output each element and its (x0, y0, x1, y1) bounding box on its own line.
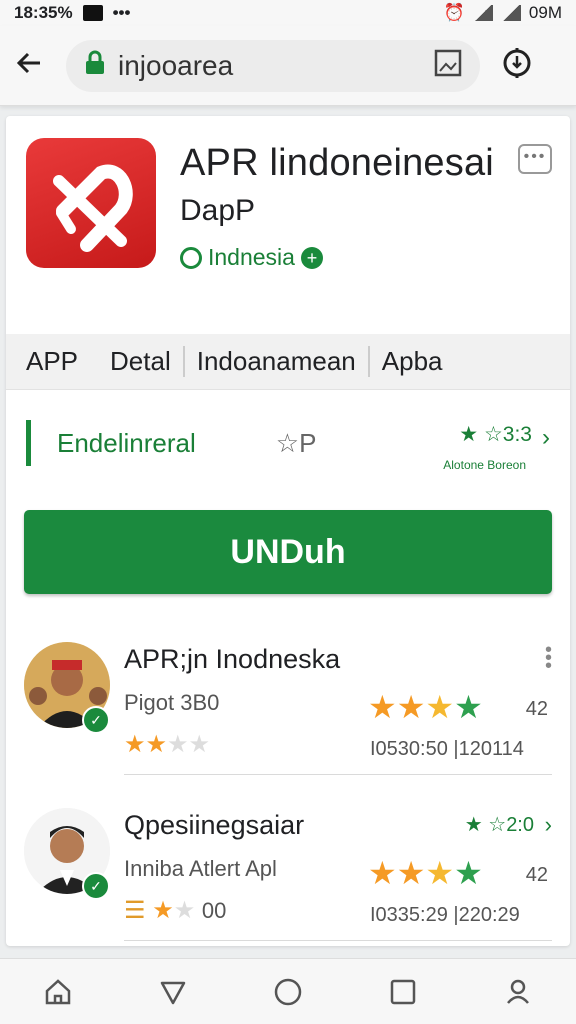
meta-star: ☆P (275, 427, 317, 458)
tab-indoanamean[interactable]: Indoanamean (182, 346, 368, 377)
status-bar: 18:35% ••• ⏰ 09M (0, 0, 576, 26)
url-text: injooarea (118, 49, 234, 81)
back-arrow-icon[interactable] (14, 48, 44, 83)
meta-row[interactable]: Endelinreral ☆P ★ ☆3:3 Alotone Boreon › (26, 420, 550, 472)
back-icon[interactable] (153, 972, 193, 1012)
more-options-button[interactable]: ••• (518, 144, 552, 174)
meta-rating: ★ ☆3:3 (459, 422, 532, 447)
review-name: APR;jn Inodneska (124, 644, 341, 674)
review-rating: ★ ☆2:0 (465, 812, 534, 837)
home-icon[interactable] (38, 972, 78, 1012)
small-rating-stars: ☰ ★★ 00 (124, 897, 227, 924)
review-name: Qpesiinegsaiar (124, 810, 305, 840)
status-right-text: 09M (528, 3, 562, 22)
meta-sub: Alotone Boreon (443, 458, 526, 472)
profile-icon[interactable] (498, 972, 538, 1012)
verified-check-icon: ✓ (82, 872, 110, 900)
review-subtitle: Inniba Atlert Apl (124, 856, 277, 881)
divider (124, 940, 552, 941)
bookmark-icon[interactable] (434, 49, 462, 82)
verified-check-icon: ✓ (82, 706, 110, 734)
small-rating-stars: ★★★★ (124, 731, 211, 758)
meta-rating-value: 3:3 (502, 423, 532, 446)
chevron-right-icon[interactable]: › (545, 812, 552, 838)
divider (124, 774, 552, 775)
tab-apba[interactable]: Apba (367, 346, 455, 377)
big-rating-stars: ★★★★ (368, 689, 483, 725)
review-count: 42 (525, 864, 548, 886)
app-card: APR lindoneinesai DapP Indnesia + ••• AP… (6, 116, 570, 946)
wifi-icon (472, 5, 493, 21)
big-rating-stars: ★★★★ (368, 855, 483, 891)
notification-icon (82, 5, 103, 21)
tab-detail[interactable]: Detal (98, 346, 183, 377)
system-nav-bar (0, 958, 576, 1024)
meta-label: Endelinreral (57, 427, 196, 458)
alarm-icon: ⏰ (443, 3, 465, 22)
star-icon: ★ ☆ (464, 814, 507, 836)
circle-home-icon[interactable] (268, 972, 308, 1012)
meta-star-text: P (299, 427, 317, 458)
review-date: I0335:29 |220:29 (370, 904, 520, 926)
location-icon (180, 246, 202, 269)
review-rating-value: 2:0 (506, 814, 534, 836)
plus-icon[interactable]: + (300, 246, 323, 269)
recents-icon[interactable] (383, 972, 423, 1012)
status-dots: ••• (112, 3, 131, 22)
tab-app[interactable]: APP (26, 346, 98, 377)
country-label: Indnesia (208, 244, 295, 270)
lock-icon (84, 50, 106, 81)
app-icon (26, 138, 156, 268)
review-small-text: 00 (201, 898, 227, 923)
app-title: APR lindoneinesai (180, 142, 494, 184)
review-item[interactable]: ✓ Qpesiinegsaiar Inniba Atlert Apl ☰ ★★ … (24, 800, 552, 940)
review-subtitle: Pigot 3B0 (124, 690, 220, 715)
app-country: Indnesia + (180, 244, 323, 271)
app-developer[interactable]: DapP (180, 194, 255, 228)
tab-bar: APP Detal Indoanamean Apba (6, 334, 570, 390)
download-icon[interactable] (500, 46, 534, 85)
kebab-menu-icon[interactable]: • • • (545, 640, 552, 676)
list-icon: ☰ (124, 897, 146, 924)
status-time: 18:35% (14, 3, 73, 22)
star-icon: ★ ☆ (459, 423, 503, 446)
signal-icon (500, 5, 521, 21)
review-date: I0530:50 |120114 (370, 738, 524, 760)
chevron-right-icon[interactable]: › (542, 424, 550, 452)
review-count: 42 (525, 698, 548, 720)
address-bar[interactable]: injooarea (66, 39, 480, 92)
install-button[interactable]: UNDuh (24, 510, 552, 594)
browser-toolbar: injooarea (0, 26, 576, 106)
accent-bar (26, 420, 31, 466)
review-item[interactable]: ✓ APR;jn Inodneska Pigot 3B0 ★★★★ ★★★★ 4… (24, 634, 552, 774)
